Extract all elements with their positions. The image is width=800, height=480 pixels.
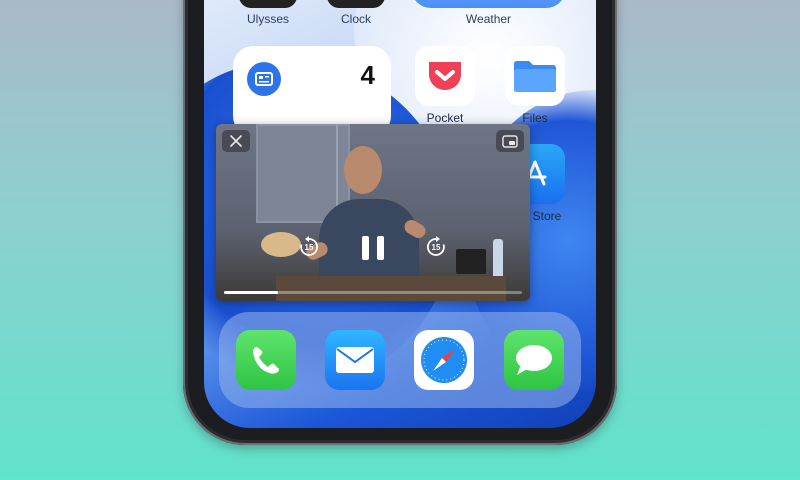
app-label: Ulysses (246, 12, 289, 26)
phone-icon (253, 347, 279, 374)
app-label: Files (522, 111, 548, 125)
pause-icon (362, 236, 369, 260)
video-frame (276, 276, 506, 301)
mail-app[interactable] (325, 330, 385, 390)
pip-video-player[interactable]: 15 15 (216, 124, 530, 301)
skip-forward-label: 15 (431, 242, 441, 252)
pip-close-button[interactable] (222, 130, 250, 152)
video-frame (456, 249, 486, 274)
video-frame (344, 146, 382, 194)
close-icon (230, 135, 242, 147)
phone-app[interactable] (236, 330, 296, 390)
messages-app[interactable] (504, 330, 564, 390)
pocket-icon (429, 62, 461, 90)
pip-expand-icon (502, 134, 518, 148)
files-app[interactable] (505, 46, 565, 106)
folder-icon (514, 61, 556, 92)
app-label: Clock (340, 12, 371, 26)
mail-icon (336, 347, 374, 373)
ulysses-app-icon[interactable] (239, 0, 297, 8)
video-frame (261, 232, 301, 257)
news-icon (247, 62, 281, 96)
weather-widget[interactable] (411, 0, 566, 8)
pip-expand-button[interactable] (496, 130, 524, 152)
widget-label: Weather (465, 12, 512, 26)
progress-fill (224, 291, 278, 294)
compass-icon (421, 337, 467, 383)
pause-icon (377, 236, 384, 260)
clock-app-icon[interactable] (327, 0, 385, 8)
pause-button[interactable] (362, 236, 384, 262)
news-widget[interactable]: 4 (233, 46, 391, 136)
skip-forward-button[interactable]: 15 (425, 236, 447, 258)
progress-bar[interactable] (224, 291, 522, 294)
app-label: Pocket (426, 111, 464, 125)
safari-app[interactable] (414, 330, 474, 390)
skip-back-label: 15 (304, 242, 314, 252)
video-frame (493, 239, 503, 279)
skip-back-button[interactable]: 15 (298, 236, 320, 258)
message-icon (516, 345, 552, 375)
widget-count: 4 (360, 60, 375, 90)
pocket-app[interactable] (415, 46, 475, 106)
